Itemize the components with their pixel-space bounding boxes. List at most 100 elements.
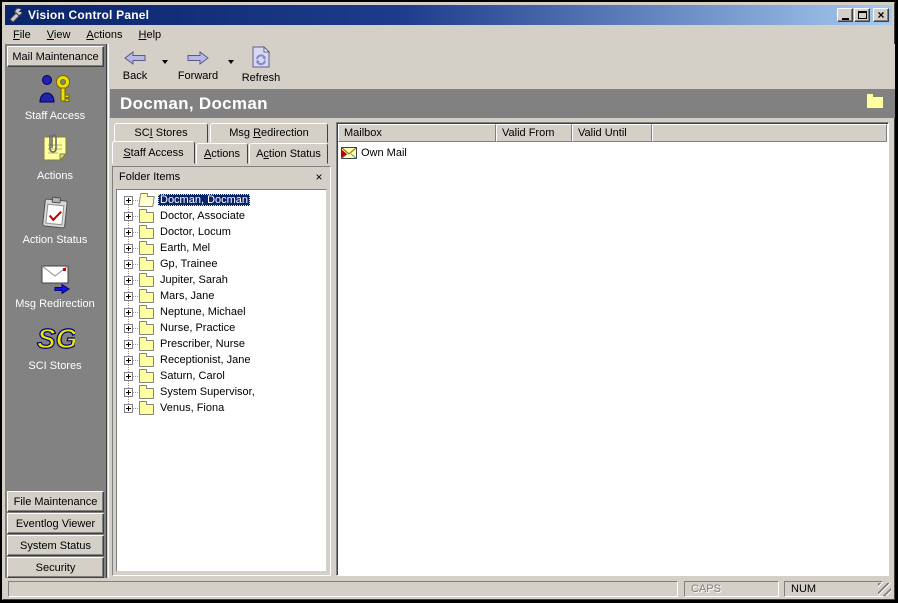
tree-item[interactable]: Earth, Mel <box>117 240 326 256</box>
resize-grip[interactable] <box>878 583 891 596</box>
sidebar-item-actions[interactable]: Actions <box>5 130 105 182</box>
tree-item[interactable]: Receptionist, Jane <box>117 352 326 368</box>
expand-plus-icon[interactable] <box>124 356 133 365</box>
close-button[interactable]: × <box>873 8 889 22</box>
folder-icon <box>139 212 154 223</box>
forward-button[interactable]: Forward <box>172 50 224 82</box>
expand-plus-icon[interactable] <box>124 324 133 333</box>
expand-plus-icon[interactable] <box>124 308 133 317</box>
menu-file[interactable]: File <box>5 27 39 43</box>
sidebar-item-label: Staff Access <box>5 110 105 122</box>
list-item[interactable]: Own Mail <box>339 145 886 161</box>
tab-sci-stores[interactable]: SCI Stores <box>114 123 208 143</box>
minimize-button[interactable] <box>837 8 853 22</box>
tree-item[interactable]: Doctor, Associate <box>117 208 326 224</box>
menu-help[interactable]: Help <box>131 27 170 43</box>
sidebar-group-security[interactable]: Security <box>7 557 104 578</box>
folder-tree: Docman, Docman Doctor, Associate Doctor,… <box>116 189 327 572</box>
tree-item-label[interactable]: Docman, Docman <box>158 194 250 206</box>
refresh-icon <box>252 46 270 68</box>
sidebar-item-label: Action Status <box>5 234 105 246</box>
tree-item-label[interactable]: Receptionist, Jane <box>158 354 253 366</box>
expand-plus-icon[interactable] <box>124 228 133 237</box>
tree-item-label[interactable]: Prescriber, Nurse <box>158 338 247 350</box>
tree-item[interactable]: Saturn, Carol <box>117 368 326 384</box>
menu-actions[interactable]: Actions <box>78 27 130 43</box>
column-header-mailbox[interactable]: Mailbox <box>338 124 496 142</box>
expand-plus-icon[interactable] <box>124 196 133 205</box>
folder-items-header: Folder Items × <box>113 167 330 187</box>
forward-dropdown-icon[interactable] <box>228 60 234 64</box>
tree-item[interactable]: Venus, Fiona <box>117 400 326 416</box>
mailbox-name: Own Mail <box>361 147 407 159</box>
sidebar-item-label: Actions <box>5 170 105 182</box>
expand-plus-icon[interactable] <box>124 260 133 269</box>
mailbox-list: Mailbox Valid From Valid Until Own Mail <box>336 122 889 576</box>
tree-item-label[interactable]: Doctor, Locum <box>158 226 233 238</box>
tree-item-label[interactable]: Gp, Trainee <box>158 258 219 270</box>
expand-plus-icon[interactable] <box>124 276 133 285</box>
sidebar-group-eventlog-viewer[interactable]: Eventlog Viewer <box>7 513 104 534</box>
close-icon: × <box>877 10 884 20</box>
tree-item-label[interactable]: Neptune, Michael <box>158 306 248 318</box>
sidebar-group-file-maintenance[interactable]: File Maintenance <box>7 491 104 512</box>
tree-item[interactable]: Neptune, Michael <box>117 304 326 320</box>
folder-items-panel: Folder Items × Docman, Docman Doctor, As… <box>112 166 331 576</box>
list-body: Own Mail <box>337 142 888 164</box>
tab-staff-access[interactable]: Staff Access <box>112 141 195 164</box>
tree-item[interactable]: Doctor, Locum <box>117 224 326 240</box>
tree-item[interactable]: Mars, Jane <box>117 288 326 304</box>
tab-actions[interactable]: Actions <box>196 143 248 164</box>
sidebar-item-staff-access[interactable]: Staff Access <box>5 70 105 122</box>
tree-item[interactable]: System Supervisor, <box>117 384 326 400</box>
back-dropdown-icon[interactable] <box>162 60 168 64</box>
tree-item[interactable]: Gp, Trainee <box>117 256 326 272</box>
expand-plus-icon[interactable] <box>124 244 133 253</box>
caps-indicator: CAPS <box>684 581 779 597</box>
expand-plus-icon[interactable] <box>124 372 133 381</box>
tree-item-label[interactable]: Jupiter, Sarah <box>158 274 230 286</box>
expand-plus-icon[interactable] <box>124 388 133 397</box>
tree-item-label[interactable]: Saturn, Carol <box>158 370 227 382</box>
sidebar-item-sci-stores[interactable]: SG SCI Stores <box>5 320 105 372</box>
column-header-empty[interactable] <box>652 124 887 142</box>
menu-bar: File View Actions Help <box>5 26 892 44</box>
header-folder-icon <box>866 96 884 109</box>
maximize-button[interactable] <box>854 8 870 22</box>
tree-item[interactable]: Nurse, Practice <box>117 320 326 336</box>
tab-row-front: Staff Access Actions Action Status <box>112 141 328 164</box>
folder-icon <box>139 276 154 287</box>
menu-view[interactable]: View <box>39 27 79 43</box>
tree-item[interactable]: Prescriber, Nurse <box>117 336 326 352</box>
back-button[interactable]: Back <box>114 50 156 82</box>
folder-icon <box>139 292 154 303</box>
expand-plus-icon[interactable] <box>124 340 133 349</box>
tree-item-label[interactable]: Earth, Mel <box>158 242 212 254</box>
action-status-icon <box>38 196 72 230</box>
mail-icon <box>341 147 357 159</box>
tab-action-status[interactable]: Action Status <box>249 143 328 164</box>
close-panel-icon[interactable]: × <box>312 170 326 184</box>
expand-plus-icon[interactable] <box>124 292 133 301</box>
expand-plus-icon[interactable] <box>124 404 133 413</box>
tree-item-label[interactable]: Mars, Jane <box>158 290 216 302</box>
sidebar-group-mail-maintenance[interactable]: Mail Maintenance <box>7 46 104 67</box>
folder-icon <box>139 228 154 239</box>
tree-item[interactable]: Jupiter, Sarah <box>117 272 326 288</box>
tree-item[interactable]: Docman, Docman <box>117 192 326 208</box>
tree-item-label[interactable]: System Supervisor, <box>158 386 257 398</box>
minimize-icon <box>842 18 849 20</box>
refresh-button[interactable]: Refresh <box>238 46 284 84</box>
tab-msg-redirection[interactable]: Msg Redirection <box>210 123 328 143</box>
staff-access-icon <box>38 72 72 106</box>
sidebar-group-system-status[interactable]: System Status <box>7 535 104 556</box>
tree-item-label[interactable]: Doctor, Associate <box>158 210 247 222</box>
title-bar[interactable]: Vision Control Panel × <box>5 5 892 25</box>
tree-item-label[interactable]: Nurse, Practice <box>158 322 237 334</box>
column-header-valid-until[interactable]: Valid Until <box>572 124 652 142</box>
expand-plus-icon[interactable] <box>124 212 133 221</box>
sidebar-item-action-status[interactable]: Action Status <box>5 194 105 246</box>
tree-item-label[interactable]: Venus, Fiona <box>158 402 226 414</box>
sidebar-item-msg-redirection[interactable]: Msg Redirection <box>5 258 105 310</box>
column-header-valid-from[interactable]: Valid From <box>496 124 572 142</box>
